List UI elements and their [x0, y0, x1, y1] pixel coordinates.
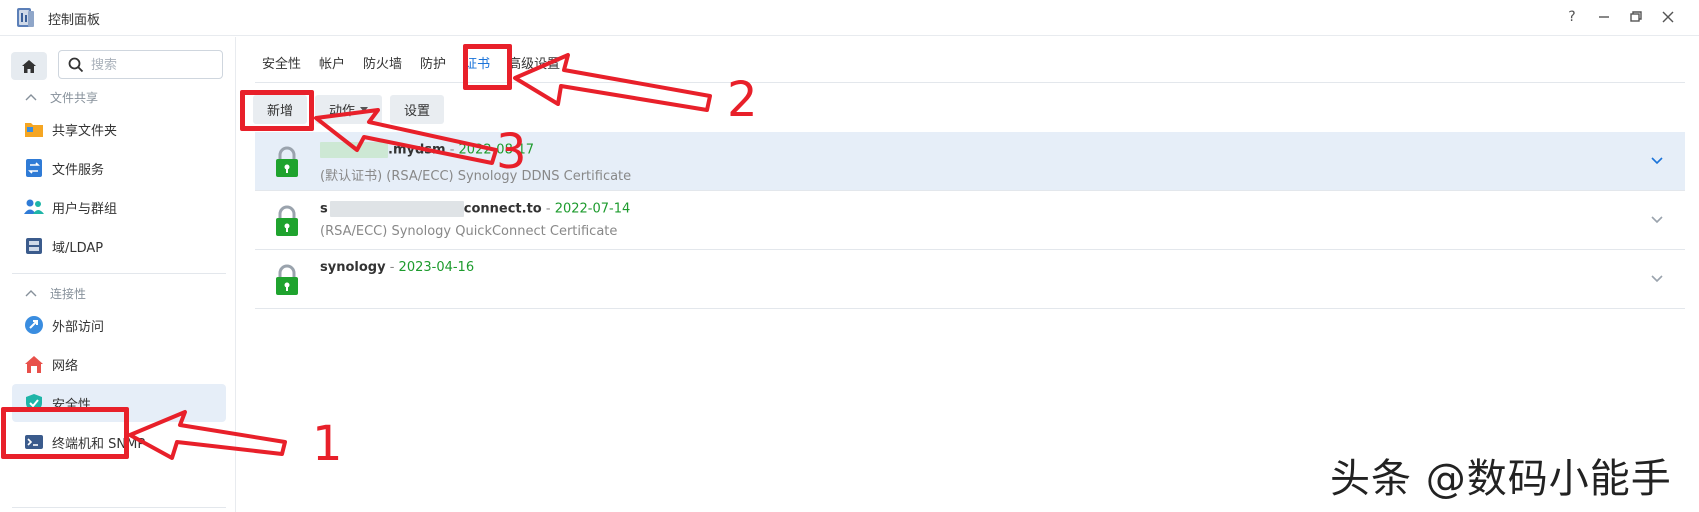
annotation-number-2: 2	[727, 72, 758, 128]
annotation-arrow-3	[314, 108, 498, 165]
annotation-arrows	[128, 53, 712, 460]
annotation-arrow-1	[128, 410, 287, 460]
annotation-number-3: 3	[496, 124, 527, 180]
annotation-number-1: 1	[312, 416, 343, 472]
annotation-arrow-2	[513, 53, 712, 112]
watermark: 头条 @数码小能手	[1330, 456, 1672, 502]
